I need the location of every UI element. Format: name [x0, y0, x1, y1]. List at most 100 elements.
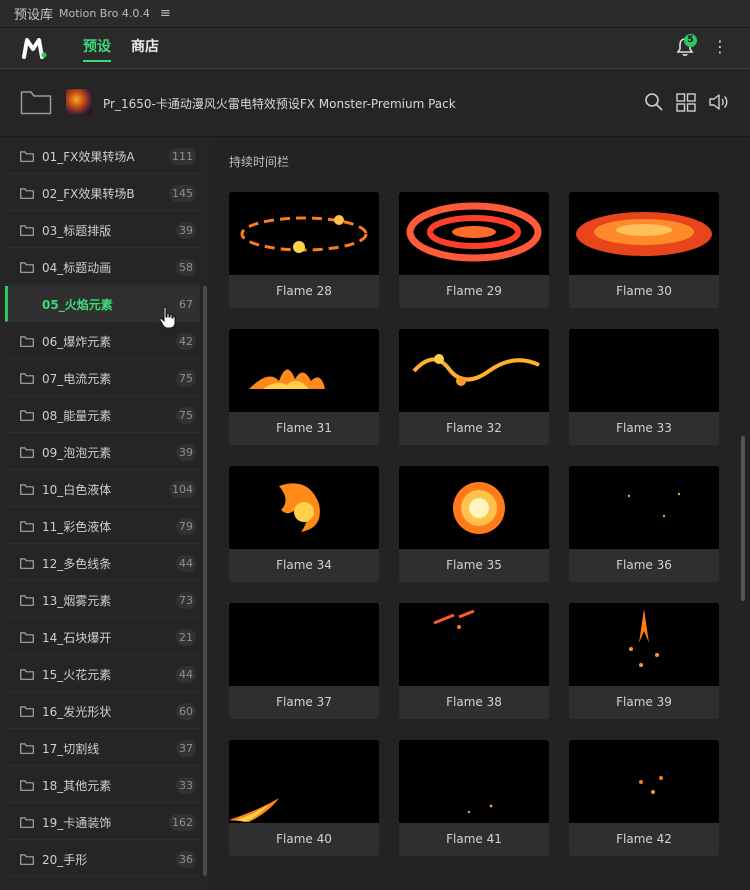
preset-card[interactable]: Flame 36 [569, 466, 719, 582]
preset-thumbnail [399, 192, 549, 275]
category-count-badge: 104 [169, 481, 196, 498]
preset-card[interactable]: Flame 38 [399, 603, 549, 719]
preset-label: Flame 34 [276, 558, 332, 572]
folder-icon [20, 780, 34, 791]
preset-card[interactable]: Flame 37 [229, 603, 379, 719]
preset-label: Flame 32 [446, 421, 502, 435]
preset-label: Flame 40 [276, 832, 332, 846]
category-item[interactable]: 09_泡泡元素 39 [5, 434, 200, 470]
category-label: 15_火花元素 [42, 668, 112, 682]
grid-view-icon[interactable] [675, 91, 697, 113]
category-count-badge: 42 [176, 333, 196, 350]
preset-thumbnail [569, 740, 719, 823]
tab-store[interactable]: 商店 [131, 36, 159, 62]
main-scrollbar[interactable] [741, 436, 745, 601]
preset-card[interactable]: Flame 39 [569, 603, 719, 719]
pack-title: Pr_1650-卡通动漫风火雷电特效预设FX Monster-Premium P… [103, 97, 456, 111]
category-item[interactable]: 08_能量元素 75 [5, 397, 200, 433]
category-item[interactable]: 02_FX效果转场B 145 [5, 175, 200, 211]
preset-grid-area: 持续时间栏 Flame 28 Flame 29 Flame 30 Flame 31 Fl… [210, 138, 750, 890]
category-count-badge: 44 [176, 666, 196, 683]
preset-label: Flame 39 [616, 695, 672, 709]
panel-menu-icon[interactable]: ≡ [160, 6, 171, 21]
preset-label: Flame 41 [446, 832, 502, 846]
preset-label: Flame 36 [616, 558, 672, 572]
category-item[interactable]: 14_石块爆开 21 [5, 619, 200, 655]
category-count-badge: 21 [176, 629, 196, 646]
open-folder-icon[interactable] [20, 89, 52, 115]
category-label: 05_火焰元素 [42, 298, 113, 312]
sidebar-scrollbar[interactable] [203, 286, 207, 876]
category-item[interactable]: 17_切割线 37 [5, 730, 200, 766]
category-count-badge: 60 [176, 703, 196, 720]
preset-card[interactable]: Flame 35 [399, 466, 549, 582]
category-label: 04_标题动画 [42, 261, 112, 275]
category-item[interactable]: 15_火花元素 44 [5, 656, 200, 692]
category-count-badge: 67 [176, 296, 196, 313]
hand-cursor-icon [159, 306, 176, 329]
preset-card[interactable]: Flame 41 [399, 740, 549, 856]
folder-icon [20, 669, 34, 680]
preset-card[interactable]: Flame 42 [569, 740, 719, 856]
category-count-badge: 75 [176, 370, 196, 387]
folder-icon [20, 595, 34, 606]
preset-card[interactable]: Flame 30 [569, 192, 719, 308]
category-item[interactable]: 03_标题排版 39 [5, 212, 200, 248]
preset-thumbnail [569, 603, 719, 686]
pack-thumbnail [66, 89, 92, 115]
category-item[interactable]: 11_彩色液体 79 [5, 508, 200, 544]
folder-icon [20, 854, 34, 865]
category-count-badge: 44 [176, 555, 196, 572]
category-label: 17_切割线 [42, 742, 100, 756]
section-title: 持续时间栏 [229, 155, 290, 169]
panel-title-bar: 预设库 Motion Bro 4.0.4 ≡ [0, 0, 750, 28]
category-item[interactable]: 18_其他元素 33 [5, 767, 200, 803]
category-item[interactable]: 20_手形 36 [5, 841, 200, 877]
preset-card[interactable]: Flame 28 [229, 192, 379, 308]
category-count-badge: 73 [176, 592, 196, 609]
category-item[interactable]: 10_白色液体 104 [5, 471, 200, 507]
folder-icon [20, 521, 34, 532]
preset-card[interactable]: Flame 31 [229, 329, 379, 445]
category-item[interactable]: 12_多色线条 44 [5, 545, 200, 581]
preset-thumbnail [569, 329, 719, 412]
folder-icon [20, 188, 34, 199]
search-icon[interactable] [643, 91, 665, 113]
preset-card[interactable]: Flame 33 [569, 329, 719, 445]
category-item[interactable]: 13_烟雾元素 73 [5, 582, 200, 618]
category-item[interactable]: 01_FX效果转场A 111 [5, 138, 200, 174]
preset-thumbnail [229, 192, 379, 275]
category-label: 12_多色线条 [42, 557, 112, 571]
preset-thumbnail [399, 740, 549, 823]
category-label: 07_电流元素 [42, 372, 112, 386]
preset-thumbnail [569, 192, 719, 275]
category-count-badge: 58 [176, 259, 196, 276]
preset-label: Flame 38 [446, 695, 502, 709]
category-item[interactable]: 04_标题动画 58 [5, 249, 200, 285]
category-count-badge: 36 [176, 851, 196, 868]
panel-title: 预设库 [14, 8, 54, 23]
notification-badge: 5 [684, 34, 697, 47]
category-label: 10_白色液体 [42, 483, 112, 497]
category-label: 20_手形 [42, 853, 88, 867]
preset-label: Flame 37 [276, 695, 332, 709]
app-name: Motion Bro 4.0.4 [59, 7, 150, 20]
category-label: 19_卡通装饰 [42, 816, 112, 830]
category-count-badge: 39 [176, 444, 196, 461]
folder-icon [20, 373, 34, 384]
category-item[interactable]: 19_卡通装饰 162 [5, 804, 200, 840]
category-count-badge: 162 [169, 814, 196, 831]
motion-bro-logo-icon [22, 38, 47, 59]
folder-icon [20, 632, 34, 643]
category-item[interactable]: 16_发光形状 60 [5, 693, 200, 729]
preset-card[interactable]: Flame 32 [399, 329, 549, 445]
more-options-icon[interactable]: ⋮ [712, 38, 728, 56]
preset-card[interactable]: Flame 29 [399, 192, 549, 308]
volume-icon[interactable] [708, 91, 730, 113]
category-item[interactable]: 07_电流元素 75 [5, 360, 200, 396]
tab-presets[interactable]: 预设 [83, 36, 111, 62]
folder-icon [20, 447, 34, 458]
preset-card[interactable]: Flame 40 [229, 740, 379, 856]
preset-card[interactable]: Flame 34 [229, 466, 379, 582]
category-count-badge: 145 [169, 185, 196, 202]
